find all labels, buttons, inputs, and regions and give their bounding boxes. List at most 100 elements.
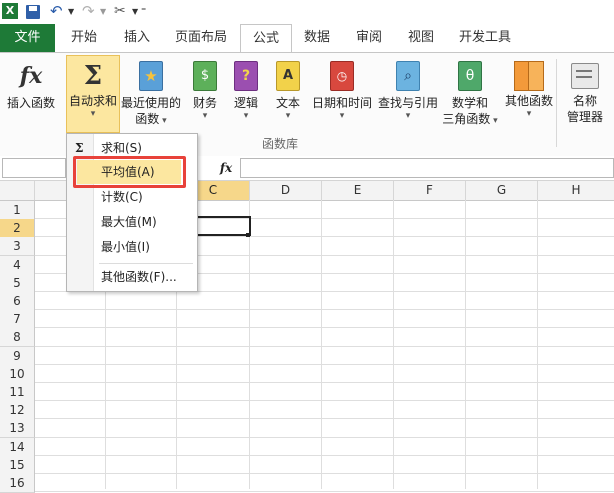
row-header[interactable]: 11: [0, 383, 35, 402]
row-header[interactable]: 16: [0, 474, 35, 493]
math-label-2: 三角函数: [442, 112, 491, 126]
row-header[interactable]: 6: [0, 292, 35, 311]
tab-view[interactable]: 视图: [396, 24, 446, 52]
tab-home[interactable]: 开始: [58, 24, 110, 52]
grid-hline: [35, 382, 614, 383]
tab-review[interactable]: 审阅: [344, 24, 394, 52]
ribbon-tabs: 文件 开始 插入 页面布局 公式 数据 审阅 视图 开发工具: [0, 24, 614, 53]
row-header[interactable]: 2: [0, 219, 35, 239]
insert-function-button[interactable]: fx 插入函数: [2, 53, 60, 133]
tools-icon[interactable]: ✂: [114, 3, 132, 20]
undo-dropdown-icon[interactable]: ▼: [68, 3, 76, 20]
math-dropdown-icon: ▾: [490, 116, 498, 126]
fill-handle[interactable]: [246, 233, 250, 237]
tools-dropdown-icon[interactable]: ▼: [132, 3, 140, 20]
row-header[interactable]: 15: [0, 455, 35, 475]
row-header[interactable]: 1: [0, 201, 35, 220]
autosum-button[interactable]: Σ 自动求和 ▾: [66, 55, 120, 133]
text-button[interactable]: A 文本 ▾: [269, 53, 307, 133]
column-header-e[interactable]: E: [322, 181, 394, 200]
highlight-box: [73, 156, 186, 188]
menu-item-min[interactable]: 最小值(I): [67, 235, 197, 259]
recently-used-dropdown-icon: ▾: [159, 116, 167, 126]
grid-vline: [321, 200, 322, 489]
formula-input[interactable]: [240, 158, 614, 178]
financial-button[interactable]: $ 财务 ▾: [186, 53, 224, 133]
grid-hline: [35, 436, 614, 438]
lookup-book-icon: ⌕: [396, 61, 420, 91]
datetime-book-icon: ◷: [330, 61, 354, 91]
excel-logo-icon: X: [2, 3, 18, 19]
lookup-label: 查找与引用: [377, 96, 438, 110]
undo-icon[interactable]: ↶: [50, 3, 68, 20]
row-header[interactable]: 7: [0, 310, 35, 330]
grid-vline: [537, 200, 538, 489]
lookup-button[interactable]: ⌕ 查找与引用 ▾: [376, 53, 440, 133]
grid-hline: [35, 309, 614, 311]
tab-insert[interactable]: 插入: [112, 24, 162, 52]
text-book-icon: A: [276, 61, 300, 91]
row-header[interactable]: 9: [0, 346, 35, 366]
grid-hline: [35, 400, 614, 402]
menu-item-max[interactable]: 最大值(M): [67, 210, 197, 234]
row-header[interactable]: 5: [0, 273, 35, 293]
tab-data[interactable]: 数据: [293, 24, 341, 52]
customize-qat-icon[interactable]: ⁼: [141, 3, 153, 20]
menu-item-more-functions[interactable]: 其他函数(F)...: [67, 265, 197, 289]
row-header[interactable]: 4: [0, 255, 35, 275]
logical-label: 逻辑: [233, 96, 258, 110]
recently-used-label-1: 最近使用的: [120, 96, 181, 110]
menu-separator: [99, 263, 193, 264]
grid-hline: [35, 345, 614, 347]
recently-used-label-2: 函数: [135, 112, 160, 126]
text-dropdown-icon: ▾: [285, 111, 291, 121]
quick-access-toolbar: X ↶ ▼ ↷ ▼ ✂ ▼ ⁼: [0, 0, 614, 25]
row-header[interactable]: 13: [0, 419, 35, 439]
grid-vline: [465, 200, 466, 489]
name-box[interactable]: [2, 158, 66, 178]
more-functions-button[interactable]: 其他函数 ▾: [502, 53, 556, 133]
fx-icon: fx: [19, 63, 43, 89]
row-header[interactable]: 8: [0, 328, 35, 348]
more-functions-label: 其他函数: [504, 94, 553, 108]
menu-item-count[interactable]: 计数(C): [67, 185, 197, 209]
tab-page-layout[interactable]: 页面布局: [165, 24, 237, 52]
lookup-dropdown-icon: ▾: [405, 111, 411, 121]
math-trig-button[interactable]: θ 数学和 三角函数 ▾: [442, 53, 498, 133]
more-functions-dropdown-icon: ▾: [526, 109, 532, 119]
row-header[interactable]: 12: [0, 401, 35, 421]
financial-dropdown-icon: ▾: [202, 111, 208, 121]
grid-hline: [35, 418, 614, 420]
name-manager-icon: [571, 63, 599, 89]
math-line2-wrap: 三角函数 ▾: [442, 111, 498, 129]
row-header[interactable]: 3: [0, 237, 35, 257]
grid-vline: [393, 200, 394, 489]
grid-hline: [35, 491, 614, 493]
menu-item-max-label: 最大值(M): [101, 215, 157, 229]
column-header-d[interactable]: D: [250, 181, 322, 200]
datetime-label: 日期和时间: [311, 96, 372, 110]
column-header-f[interactable]: F: [394, 181, 466, 200]
financial-label: 财务: [192, 96, 217, 110]
redo-icon[interactable]: ↷: [82, 3, 100, 20]
select-all-corner[interactable]: [0, 181, 35, 200]
sigma-icon: Σ: [83, 61, 103, 91]
save-icon[interactable]: [26, 5, 40, 19]
tab-file[interactable]: 文件: [0, 24, 55, 52]
fx-icon[interactable]: fx: [216, 159, 236, 177]
row-header[interactable]: 10: [0, 364, 35, 384]
tab-developer[interactable]: 开发工具: [448, 24, 522, 52]
grid-vline: [249, 200, 250, 489]
column-header-h[interactable]: H: [538, 181, 614, 200]
column-header-g[interactable]: G: [466, 181, 538, 200]
recently-used-line2-wrap: 函数 ▾: [120, 111, 182, 129]
logical-button[interactable]: ? 逻辑 ▾: [227, 53, 265, 133]
tab-formulas[interactable]: 公式: [240, 24, 292, 53]
redo-dropdown-icon[interactable]: ▼: [100, 3, 108, 20]
menu-item-count-label: 计数(C): [101, 190, 143, 204]
row-header[interactable]: 14: [0, 437, 35, 457]
autosum-dropdown-icon: ▾: [90, 109, 96, 119]
name-manager-button[interactable]: 名称 管理器: [562, 53, 608, 133]
recently-used-button[interactable]: ★ 最近使用的 函数 ▾: [120, 53, 182, 133]
datetime-button[interactable]: ◷ 日期和时间 ▾: [310, 53, 374, 133]
